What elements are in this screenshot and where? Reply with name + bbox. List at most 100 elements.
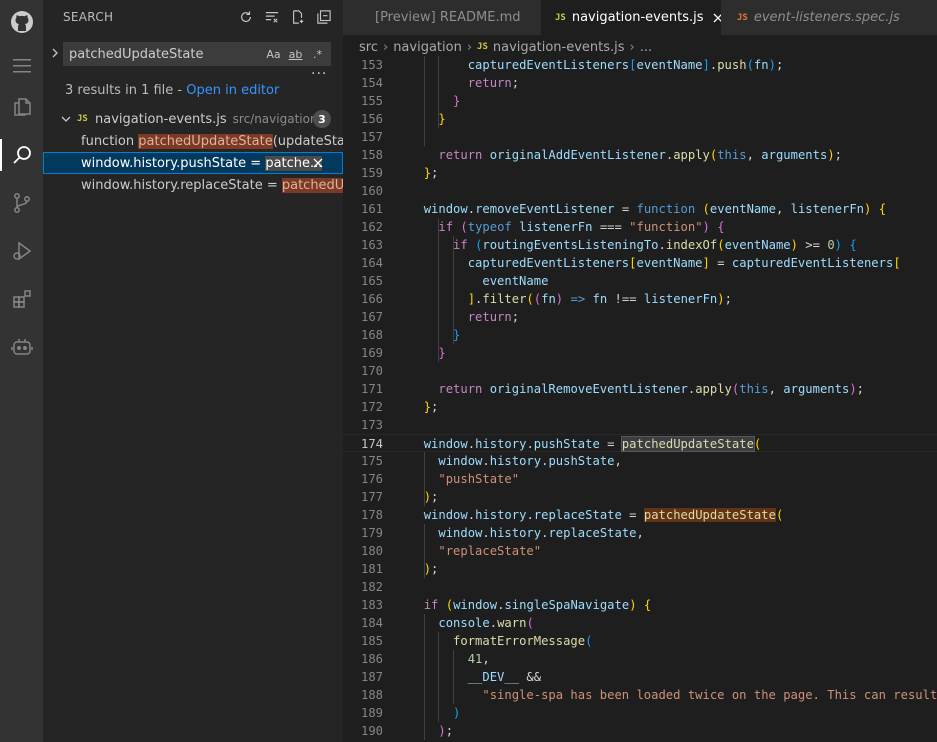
code-line[interactable]: 184 console.warn( bbox=[343, 614, 937, 632]
code-line[interactable]: 179 window.history.replaceState, bbox=[343, 524, 937, 542]
code-line[interactable]: 165 eventName bbox=[343, 272, 937, 290]
line-number: 155 bbox=[360, 94, 383, 108]
line-number: 172 bbox=[360, 400, 383, 414]
line-number: 162 bbox=[360, 220, 383, 234]
extensions-icon[interactable] bbox=[0, 279, 43, 319]
match-row[interactable]: function patchedUpdateState(updateStat..… bbox=[43, 130, 343, 152]
source-control-icon[interactable] bbox=[0, 183, 43, 223]
code-line[interactable]: 163 if (routingEventsListeningTo.indexOf… bbox=[343, 236, 937, 254]
code-text: eventName bbox=[482, 274, 549, 288]
code-line[interactable]: 154 return; bbox=[343, 74, 937, 92]
code-line[interactable]: 181 ); bbox=[343, 560, 937, 578]
code-line[interactable]: 169 } bbox=[343, 344, 937, 362]
new-search-editor-icon[interactable] bbox=[289, 8, 307, 26]
code-line[interactable]: 185 formatErrorMessage( bbox=[343, 632, 937, 650]
line-number: 163 bbox=[360, 238, 383, 252]
close-tab-icon[interactable] bbox=[713, 11, 721, 25]
indent-guide bbox=[423, 56, 425, 146]
sidebar-title: SEARCH bbox=[63, 10, 114, 24]
code-text: } bbox=[438, 346, 446, 360]
line-number: 185 bbox=[360, 634, 383, 648]
code-text: if (window.singleSpaNavigate) { bbox=[423, 598, 652, 612]
indent-guide bbox=[438, 218, 440, 362]
toggle-replace-chevron-icon[interactable] bbox=[48, 46, 62, 60]
clear-results-icon[interactable] bbox=[263, 8, 281, 26]
collapse-all-icon[interactable] bbox=[315, 8, 333, 26]
breadcrumb-src[interactable]: src bbox=[359, 40, 378, 55]
code-text: 41, bbox=[467, 652, 490, 666]
search-actions bbox=[237, 8, 333, 26]
code-line[interactable]: 166 ].filter((fn) => fn !== listenerFn); bbox=[343, 290, 937, 308]
tab-readme-preview[interactable]: [Preview] README.md bbox=[343, 0, 541, 35]
code-line[interactable]: 162 if (typeof listenerFn === "function"… bbox=[343, 218, 937, 236]
chevron-down-icon[interactable] bbox=[59, 112, 73, 126]
code-line[interactable]: 170 bbox=[343, 362, 937, 380]
search-input[interactable]: patchedUpdateState Aa ab .* bbox=[63, 42, 331, 66]
line-number: 182 bbox=[360, 580, 383, 594]
refresh-icon[interactable] bbox=[237, 8, 255, 26]
match-case-toggle[interactable]: Aa bbox=[265, 48, 282, 61]
run-debug-icon[interactable] bbox=[0, 231, 43, 271]
code-line[interactable]: 155 } bbox=[343, 92, 937, 110]
code-line[interactable]: 171 return originalRemoveEventListener.a… bbox=[343, 380, 937, 398]
search-icon[interactable] bbox=[0, 135, 43, 175]
copilot-icon[interactable] bbox=[0, 327, 43, 367]
match-row[interactable]: window.history.replaceState = patchedU..… bbox=[43, 174, 343, 196]
match-whole-word-toggle[interactable]: ab bbox=[287, 48, 304, 61]
result-file-row[interactable]: JS navigation-events.js src/navigation 3 bbox=[43, 108, 343, 130]
code-line[interactable]: 177 ); bbox=[343, 488, 937, 506]
results-count-text: 3 results in 1 file - bbox=[65, 83, 187, 98]
match-row-selected[interactable]: window.history.pushState = patche... bbox=[43, 152, 343, 174]
line-number: 170 bbox=[360, 364, 383, 378]
line-number: 180 bbox=[360, 544, 383, 558]
breadcrumb-more[interactable]: ... bbox=[640, 40, 652, 55]
github-icon[interactable] bbox=[0, 2, 43, 42]
use-regex-toggle[interactable]: .* bbox=[309, 48, 326, 61]
code-line[interactable]: 190 ); bbox=[343, 722, 937, 740]
code-line[interactable]: 180 "replaceState" bbox=[343, 542, 937, 560]
code-line[interactable]: 157 bbox=[343, 128, 937, 146]
code-line[interactable]: 161 window.removeEventListener = functio… bbox=[343, 200, 937, 218]
code-text: "replaceState" bbox=[438, 544, 542, 558]
code-line[interactable]: 160 bbox=[343, 182, 937, 200]
open-in-editor-link[interactable]: Open in editor bbox=[186, 83, 279, 98]
code-line[interactable]: 186 41, bbox=[343, 650, 937, 668]
code-line[interactable]: 175 window.history.pushState, bbox=[343, 452, 937, 470]
code-line[interactable]: 188 "single-spa has been loaded twice on… bbox=[343, 686, 937, 704]
code-line[interactable]: 187 __DEV__ && bbox=[343, 668, 937, 686]
explorer-icon[interactable] bbox=[0, 86, 43, 126]
code-line[interactable]: 164 capturedEventListeners[eventName] = … bbox=[343, 254, 937, 272]
line-number: 154 bbox=[360, 76, 383, 90]
menu-icon[interactable] bbox=[0, 46, 43, 86]
line-number: 186 bbox=[360, 652, 383, 666]
breadcrumb-navigation[interactable]: navigation bbox=[393, 40, 462, 55]
code-line[interactable]: 168 } bbox=[343, 326, 937, 344]
code-line[interactable]: 172 }; bbox=[343, 398, 937, 416]
line-number: 187 bbox=[360, 670, 383, 684]
code-line[interactable]: 182 bbox=[343, 578, 937, 596]
code-line[interactable]: 176 "pushState" bbox=[343, 470, 937, 488]
results-summary: 3 results in 1 file - Open in editor bbox=[65, 83, 279, 98]
code-line[interactable]: 158 return originalAddEventListener.appl… bbox=[343, 146, 937, 164]
code-text: } bbox=[453, 94, 461, 108]
tab-event-listeners-spec[interactable]: JS event-listeners.spec.js bbox=[721, 0, 937, 35]
more-options-icon[interactable]: ··· bbox=[311, 66, 327, 82]
code-line[interactable]: 183 if (window.singleSpaNavigate) { bbox=[343, 596, 937, 614]
tab-navigation-events[interactable]: JS navigation-events.js bbox=[541, 0, 721, 35]
line-number: 171 bbox=[360, 382, 383, 396]
line-number: 153 bbox=[360, 58, 383, 72]
code-line[interactable]: 153 capturedEventListeners[eventName].pu… bbox=[343, 56, 937, 74]
code-line[interactable]: 159 }; bbox=[343, 164, 937, 182]
code-line[interactable]: 178 window.history.replaceState = patche… bbox=[343, 506, 937, 524]
search-input-value[interactable]: patchedUpdateState bbox=[69, 47, 265, 62]
line-number: 161 bbox=[360, 202, 383, 216]
code-line[interactable]: 174 window.history.pushState = patchedUp… bbox=[343, 434, 937, 452]
code-line[interactable]: 156 } bbox=[343, 110, 937, 128]
code-line[interactable]: 189 ) bbox=[343, 704, 937, 722]
code-text: formatErrorMessage( bbox=[453, 634, 593, 648]
code-line[interactable]: 173 bbox=[343, 416, 937, 434]
code-text: capturedEventListeners[eventName].push(f… bbox=[467, 58, 784, 72]
breadcrumb-file[interactable]: navigation-events.js bbox=[493, 40, 625, 55]
dismiss-match-icon[interactable] bbox=[311, 156, 325, 170]
code-line[interactable]: 167 return; bbox=[343, 308, 937, 326]
